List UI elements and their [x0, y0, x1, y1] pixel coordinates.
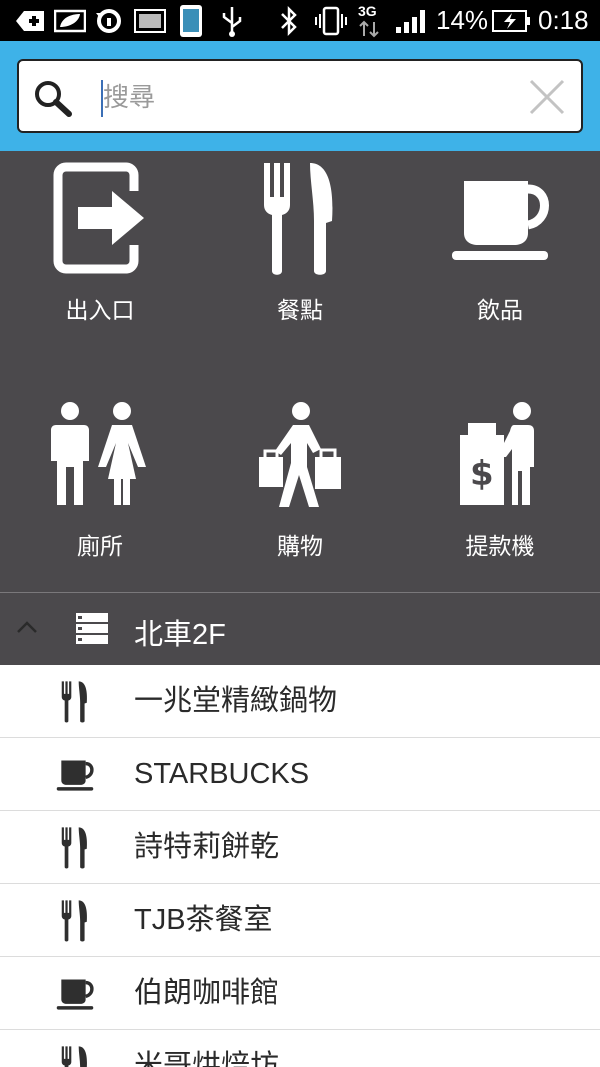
category-food[interactable]: 餐點 [200, 151, 400, 371]
fork-knife-icon [55, 1030, 95, 1067]
place-name: 伯朗咖啡館 [134, 977, 280, 1009]
usb-icon [220, 0, 244, 41]
signal-strength-icon [394, 0, 432, 41]
leaf-notification-icon [54, 0, 86, 41]
category-label: 提款機 [465, 534, 535, 560]
battery-percent: 14% [436, 5, 489, 35]
sync-notification-icon [94, 0, 124, 41]
place-name: 詩特莉餅乾 [134, 831, 280, 863]
category-label: 廁所 [77, 534, 123, 560]
vibrate-icon [314, 0, 348, 41]
place-name: 米哥烘焙坊 [134, 1050, 280, 1067]
category-exit[interactable]: 出入口 [0, 151, 200, 371]
fork-knife-icon [200, 161, 400, 277]
fork-knife-icon [55, 811, 95, 884]
category-shopping[interactable]: 購物 [200, 387, 400, 607]
category-label: 購物 [277, 534, 323, 560]
chevron-up-icon[interactable] [16, 619, 38, 638]
coffee-cup-icon [55, 738, 95, 811]
place-name: STARBUCKS [134, 758, 310, 790]
svg-text:3G: 3G [358, 3, 377, 19]
list-item[interactable]: 米哥烘焙坊 [0, 1030, 600, 1067]
mobile-data-icon: 3G [356, 0, 384, 41]
category-label: 餐點 [277, 298, 323, 324]
category-drinks[interactable]: 飲品 [400, 151, 600, 371]
category-label: 飲品 [477, 298, 523, 324]
search-box[interactable] [17, 59, 583, 133]
battery-charging-icon [492, 0, 532, 41]
list-item[interactable]: 伯朗咖啡館 [0, 957, 600, 1030]
fork-knife-icon [55, 884, 95, 957]
search-input[interactable] [103, 73, 523, 123]
svg-text:$: $ [470, 454, 494, 494]
atm-icon: $ [400, 401, 600, 509]
clear-search-icon[interactable] [527, 77, 567, 117]
restroom-icon [0, 401, 200, 509]
floor-section-header[interactable]: 北車2F [0, 592, 600, 665]
search-icon [33, 79, 73, 121]
category-label: 出入口 [65, 298, 135, 324]
shopping-icon [200, 401, 400, 511]
clock: 0:18 [538, 5, 589, 35]
coffee-cup-icon [400, 175, 600, 263]
place-name: TJB茶餐室 [134, 904, 273, 936]
coffee-cup-icon [55, 957, 95, 1030]
status-bar: 3G 14% 0:18 [0, 0, 600, 41]
list-item[interactable]: 詩特莉餅乾 [0, 811, 600, 884]
floor-title: 北車2F [134, 619, 226, 651]
image-notification-icon [134, 0, 166, 41]
list-item[interactable]: STARBUCKS [0, 738, 600, 811]
list-item[interactable]: TJB茶餐室 [0, 884, 600, 957]
place-name: 一兆堂精緻鍋物 [134, 685, 338, 717]
places-list: 一兆堂精緻鍋物 STARBUCKS 詩特莉餅乾 TJB茶餐室 伯朗咖啡館 米哥烘… [0, 665, 600, 1067]
add-notification-icon [14, 0, 46, 41]
floor-stack-icon [76, 613, 108, 649]
phone-notification-icon [178, 0, 204, 41]
search-bar [0, 41, 600, 151]
fork-knife-icon [55, 665, 95, 738]
list-item[interactable]: 一兆堂精緻鍋物 [0, 665, 600, 738]
category-grid: 出入口 餐點 飲品 廁所 購物 $ 提款機 [0, 151, 600, 592]
bluetooth-icon [278, 0, 300, 41]
category-atm[interactable]: $ 提款機 [400, 387, 600, 607]
exit-icon [0, 161, 200, 275]
category-restroom[interactable]: 廁所 [0, 387, 200, 607]
